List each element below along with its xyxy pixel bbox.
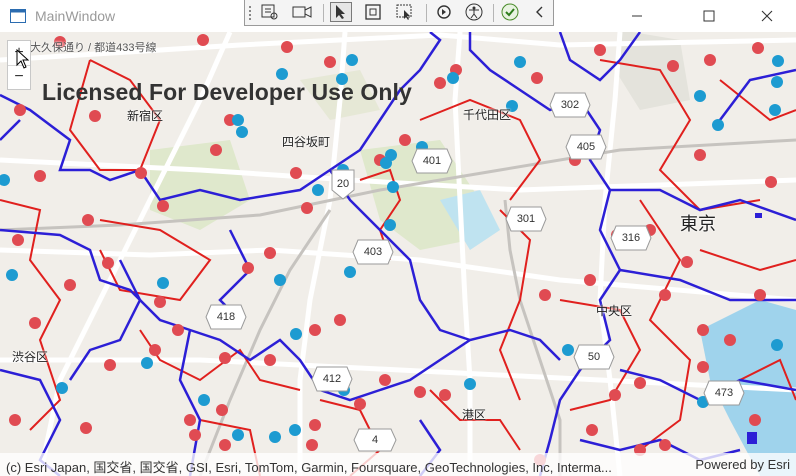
powered-by-esri[interactable]: Powered by Esri	[695, 457, 790, 472]
minimize-icon	[632, 15, 642, 17]
element-highlight-icon[interactable]	[362, 2, 384, 22]
label-yotsuya: 四谷坂町	[282, 135, 331, 149]
label-shibuya: 渋谷区	[12, 350, 49, 364]
route-shield: 405	[565, 134, 607, 160]
hot-reload-icon[interactable]	[433, 2, 455, 22]
accessibility-scanner-icon[interactable]	[463, 2, 485, 22]
route-shield: 473	[703, 380, 745, 406]
minimize-button[interactable]	[614, 0, 660, 32]
route-shield: 4	[353, 428, 397, 452]
close-button[interactable]	[744, 0, 790, 32]
label-chuo: 中央区	[596, 304, 633, 318]
debug-toolbar	[244, 0, 554, 26]
route-shield: 418	[205, 304, 247, 330]
maximize-button[interactable]	[686, 0, 732, 32]
toolbar-grip[interactable]	[249, 6, 255, 20]
license-watermark: Licensed For Developer Use Only	[42, 79, 412, 105]
route-shield: 403	[352, 239, 394, 265]
collapse-toolbar-icon[interactable]	[529, 2, 551, 22]
label-chiyoda: 千代田区	[463, 108, 512, 122]
window-title: MainWindow	[35, 8, 116, 24]
route-shield: 50	[573, 344, 615, 370]
label-minato: 港区	[462, 408, 487, 422]
close-icon	[761, 10, 773, 22]
maximize-icon	[703, 10, 715, 22]
app-icon	[10, 9, 26, 23]
mouse-cursor-icon	[16, 49, 30, 69]
live-visual-tree-icon[interactable]	[259, 2, 281, 22]
attribution-text[interactable]: (c) Esri Japan, 国交省, 国交省, GSI, Esri, Tom…	[6, 457, 674, 476]
title-bar: MainWindow	[0, 0, 796, 32]
route-shield: 412	[311, 366, 353, 392]
preview-selection-icon[interactable]	[394, 2, 416, 22]
label-shinjuku: 新宿区	[127, 109, 164, 123]
route-shield: 302	[549, 92, 591, 118]
route-shield: 301	[505, 206, 547, 232]
select-element-icon[interactable]	[330, 2, 352, 22]
route-shield: 316	[610, 225, 652, 251]
label-road-okubo: 大久保通り / 都道433号線	[30, 42, 157, 54]
attribution-bar: (c) Esri Japan, 国交省, 国交省, GSI, Esri, Tom…	[0, 453, 796, 476]
route-shield: 401	[411, 148, 453, 174]
track-focus-icon[interactable]	[499, 2, 521, 22]
route-shield: 20	[330, 168, 356, 200]
poi-marker	[755, 213, 762, 218]
display-layout-adorners-icon[interactable]	[291, 2, 313, 22]
label-tokyo: 東京	[680, 214, 716, 234]
poi-marker	[747, 432, 757, 444]
